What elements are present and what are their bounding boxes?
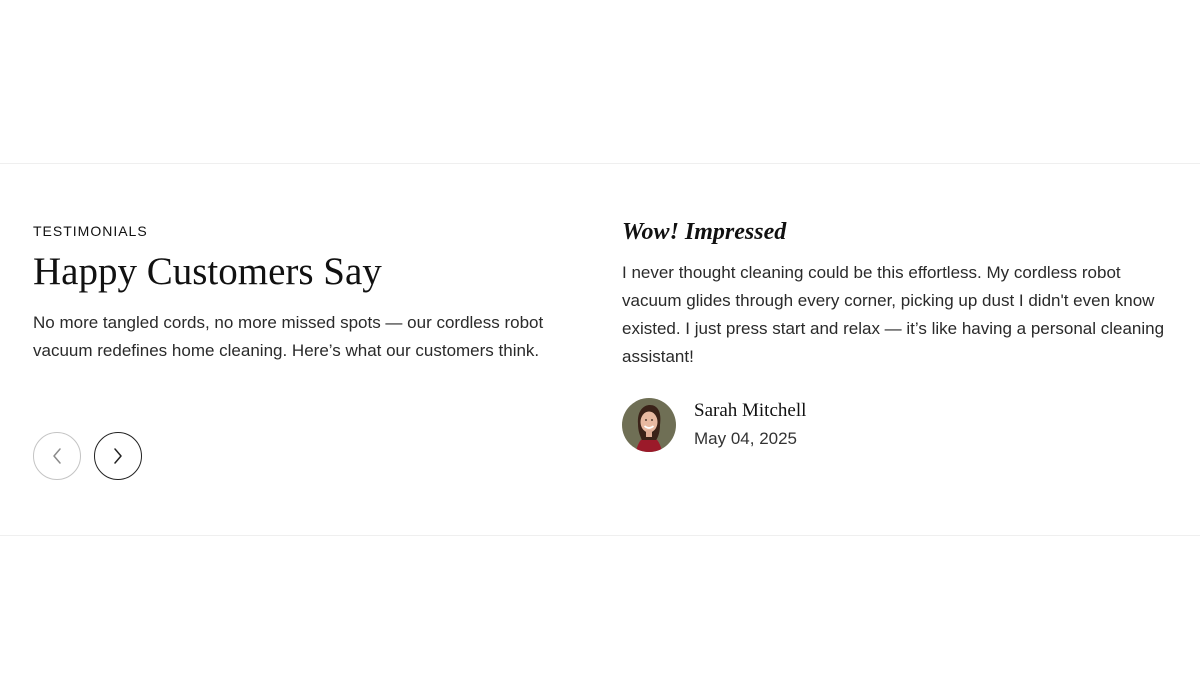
section-title: Happy Customers Say [33, 250, 382, 293]
testimonial-card: Wow! Impressed I never thought cleaning … [622, 216, 1182, 371]
author-avatar [622, 398, 676, 452]
testimonial-date: May 04, 2025 [694, 429, 798, 448]
testimonial-heading: Wow! Impressed [622, 219, 787, 245]
author-avatar-image [622, 398, 676, 452]
section-eyebrow: TESTIMONIALS [33, 223, 148, 239]
section-top-divider [0, 163, 1200, 164]
testimonials-intro: TESTIMONIALS Happy Customers Say No more… [33, 222, 563, 365]
chevron-right-icon [114, 448, 122, 464]
testimonials-page: TESTIMONIALS Happy Customers Say No more… [0, 0, 1200, 700]
next-testimonial-button[interactable] [94, 432, 142, 480]
chevron-left-icon [53, 448, 61, 464]
author-meta: Sarah Mitchell May 04, 2025 [694, 398, 806, 452]
section-intro: No more tangled cords, no more missed sp… [33, 313, 544, 360]
testimonial-author: Sarah Mitchell May 04, 2025 [622, 398, 806, 452]
section-bottom-divider [0, 535, 1200, 536]
carousel-navigation [33, 432, 142, 480]
testimonial-text: I never thought cleaning could be this e… [622, 263, 1165, 366]
previous-testimonial-button[interactable] [33, 432, 81, 480]
author-name: Sarah Mitchell [694, 400, 807, 421]
